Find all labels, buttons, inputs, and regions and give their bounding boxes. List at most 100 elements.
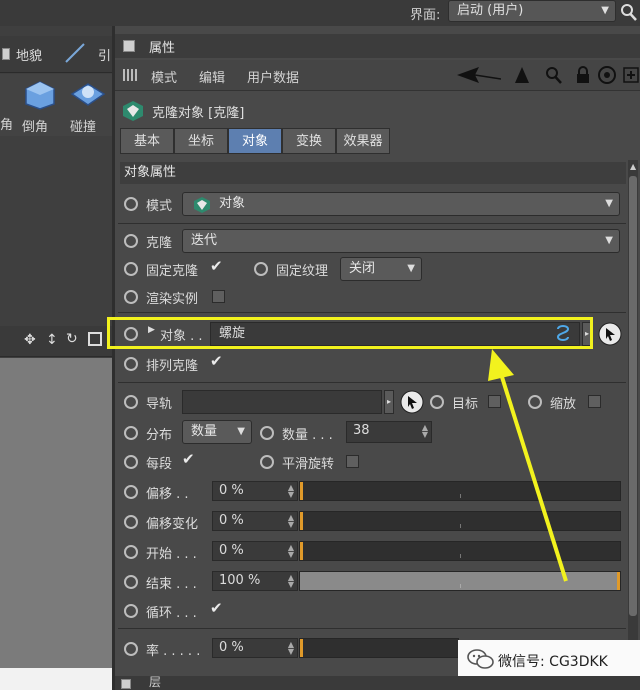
maximize-icon[interactable] — [88, 332, 102, 346]
tab-coord[interactable]: 坐标 — [174, 128, 228, 154]
fix-texture-select[interactable]: 关闭 ▼ — [340, 257, 422, 281]
up-arrow-icon[interactable] — [513, 65, 531, 89]
divider — [118, 312, 626, 313]
cloner-icon — [122, 100, 144, 126]
menu-user-data[interactable]: 用户数据 — [247, 67, 299, 86]
loop-checkbox[interactable]: ✔ — [210, 599, 223, 617]
mode-select[interactable]: 对象 ▼ — [182, 192, 620, 216]
back-arrow-icon[interactable] — [455, 65, 502, 89]
mode-radio[interactable] — [124, 197, 138, 211]
panel-grip-icon — [121, 679, 131, 689]
render-instance-checkbox[interactable] — [212, 290, 225, 303]
interface-select[interactable]: 启动 (用户) ▼ — [448, 0, 616, 22]
target-radio[interactable] — [430, 395, 444, 409]
rail-link-field[interactable] — [182, 390, 382, 414]
scrollbar[interactable]: ▲ ▼ — [628, 160, 638, 660]
chevron-down-icon: ▼ — [601, 5, 609, 16]
start-input[interactable]: 0 % ▲ ▼ — [212, 541, 298, 561]
arrange-clones-radio[interactable] — [124, 357, 138, 371]
loop-radio[interactable] — [124, 604, 138, 618]
target-icon[interactable] — [597, 65, 617, 89]
smooth-rotation-label: 平滑旋转 — [282, 457, 335, 472]
attributes-menu: 模式 编辑 用户数据 — [115, 60, 640, 91]
dolly-icon[interactable]: ↕ — [46, 332, 58, 348]
rate-slider[interactable] — [299, 638, 459, 658]
search-icon[interactable] — [545, 65, 563, 89]
scroll-up-icon[interactable]: ▲ — [630, 162, 636, 171]
offset-label: 偏移 . . — [146, 487, 189, 502]
fix-texture-radio[interactable] — [254, 262, 268, 276]
interface-label: 界面: — [410, 8, 441, 23]
offset-variation-radio[interactable] — [124, 515, 138, 529]
end-radio[interactable] — [124, 575, 138, 589]
stepper-icon[interactable]: ▲ ▼ — [288, 484, 294, 499]
clone-select[interactable]: 迭代 ▼ — [182, 229, 620, 253]
distribution-radio[interactable] — [124, 426, 138, 440]
end-input[interactable]: 100 % ▲ ▼ — [212, 571, 298, 591]
stepper-icon[interactable]: ▲ ▼ — [288, 641, 294, 656]
start-radio[interactable] — [124, 545, 138, 559]
render-instance-radio[interactable] — [124, 290, 138, 304]
count-value: 38 — [353, 423, 370, 438]
attributes-title: 属性 — [149, 41, 176, 56]
smooth-rotation-radio[interactable] — [260, 455, 274, 469]
rate-radio[interactable] — [124, 642, 138, 656]
grip-icon — [123, 69, 137, 81]
tab-transform[interactable]: 变换 — [282, 128, 336, 154]
scrollbar-thumb[interactable] — [629, 176, 637, 616]
tab-object[interactable]: 对象 — [228, 128, 282, 154]
rail-menu-arrow[interactable]: ▸ — [384, 390, 394, 414]
tab-basic[interactable]: 基本 — [120, 128, 174, 154]
rate-label: 率 . . . . . — [146, 644, 201, 659]
scale-checkbox[interactable] — [588, 395, 601, 408]
count-label: 数量 . . . — [282, 428, 333, 443]
bottom-panel-header: 层 — [115, 675, 640, 690]
tab-effectors[interactable]: 效果器 — [336, 128, 390, 154]
attributes-header: 属性 — [115, 34, 640, 58]
per-segment-checkbox[interactable]: ✔ — [182, 450, 195, 468]
fix-clone-radio[interactable] — [124, 262, 138, 276]
smooth-rotation-checkbox[interactable] — [346, 455, 359, 468]
tool-terrain[interactable]: 地貌 — [16, 45, 42, 64]
distribution-select[interactable]: 数量 ▼ — [182, 420, 252, 444]
slider-midtick — [460, 554, 461, 558]
collision-tool[interactable]: 碰撞 — [68, 78, 108, 135]
menu-edit[interactable]: 编辑 — [199, 67, 225, 86]
chevron-down-icon: ▼ — [407, 263, 415, 274]
offset-radio[interactable] — [124, 485, 138, 499]
bevel-icon — [25, 81, 55, 110]
menu-mode[interactable]: 模式 — [151, 67, 177, 86]
stepper-icon[interactable]: ▲ ▼ — [288, 514, 294, 529]
line-tool-icon[interactable] — [62, 40, 88, 70]
slider-marker — [300, 542, 303, 560]
search-icon[interactable] — [620, 2, 638, 22]
arrange-clones-label: 排列克隆 — [146, 359, 199, 374]
clone-radio[interactable] — [124, 234, 138, 248]
clone-label: 克隆 — [146, 236, 173, 251]
end-label: 结束 . . . — [146, 577, 197, 592]
stepper-icon[interactable]: ▲ ▼ — [288, 574, 294, 589]
wechat-icon — [466, 646, 494, 670]
pick-object-icon[interactable] — [598, 322, 622, 350]
stepper-icon[interactable]: ▲ ▼ — [422, 424, 428, 439]
rail-radio[interactable] — [124, 395, 138, 409]
tool-guide[interactable]: 引 — [98, 45, 111, 64]
count-radio[interactable] — [260, 426, 274, 440]
lock-icon[interactable] — [575, 65, 591, 89]
move-icon[interactable]: ✥ — [24, 332, 36, 348]
bevel-tool[interactable]: 倒角 — [20, 78, 60, 135]
slider-marker — [300, 512, 303, 530]
fix-clone-checkbox[interactable]: ✔ — [210, 257, 223, 275]
count-input[interactable]: 38 ▲ ▼ — [346, 421, 432, 443]
pick-rail-icon[interactable] — [400, 390, 424, 418]
new-panel-icon[interactable] — [623, 65, 639, 89]
per-segment-radio[interactable] — [124, 455, 138, 469]
rotate-icon[interactable]: ↻ — [66, 331, 78, 347]
arrange-clones-checkbox[interactable]: ✔ — [210, 352, 223, 370]
offset-variation-input[interactable]: 0 % ▲ ▼ — [212, 511, 298, 531]
offset-value: 0 % — [219, 483, 244, 498]
viewport[interactable] — [0, 358, 112, 668]
rate-input[interactable]: 0 % ▲ ▼ — [212, 638, 298, 658]
offset-input[interactable]: 0 % ▲ ▼ — [212, 481, 298, 501]
stepper-icon[interactable]: ▲ ▼ — [288, 544, 294, 559]
